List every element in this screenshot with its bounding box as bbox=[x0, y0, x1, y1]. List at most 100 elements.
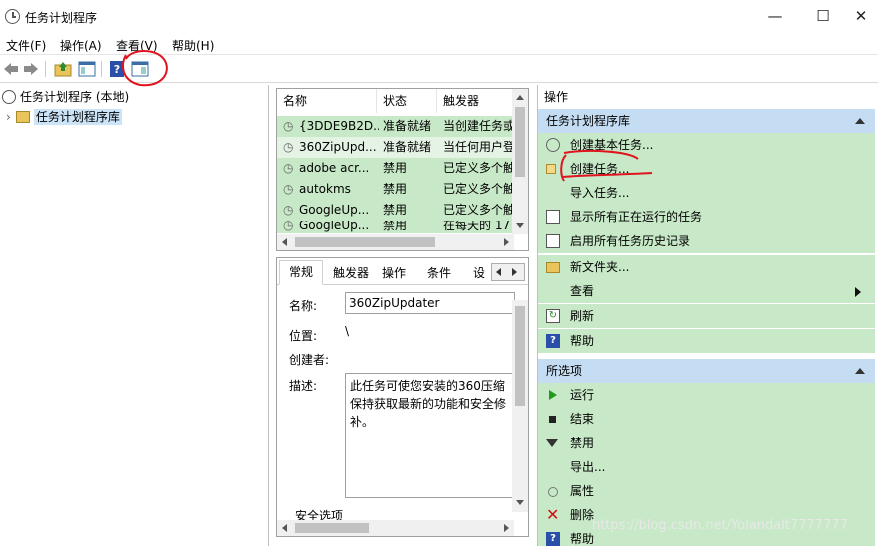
scroll-left-icon[interactable] bbox=[282, 238, 287, 246]
action-refresh[interactable]: ↻ 刷新 bbox=[538, 304, 875, 328]
clock-icon: ◷ bbox=[283, 119, 294, 133]
tree-item-library[interactable]: › 任务计划程序库 bbox=[6, 107, 122, 127]
action-export[interactable]: 导出... bbox=[538, 455, 875, 479]
toolbar: ? bbox=[0, 49, 878, 87]
actions-header: 操作 bbox=[544, 90, 569, 104]
list-horizontal-scrollbar[interactable] bbox=[277, 234, 514, 250]
table-row[interactable]: ◷ adobe acr... 禁用 已定义多个触 bbox=[277, 158, 514, 179]
clock-icon: ◷ bbox=[283, 182, 294, 196]
scroll-right-icon[interactable] bbox=[504, 238, 509, 246]
tab-scroll-left-icon[interactable] bbox=[496, 268, 501, 276]
collapse-up-icon[interactable] bbox=[855, 118, 865, 124]
action-run[interactable]: 运行 bbox=[538, 383, 875, 407]
help-icon: ? bbox=[546, 334, 560, 348]
down-arrow-icon bbox=[546, 439, 558, 447]
action-show-running-tasks[interactable]: 显示所有正在运行的任务 bbox=[538, 205, 875, 229]
detail-vertical-scrollbar[interactable] bbox=[512, 300, 528, 512]
delete-x-icon: ✕ bbox=[546, 505, 560, 524]
title-bar: 任务计划程序 — ☐ ✕ bbox=[0, 0, 878, 33]
action-properties[interactable]: 属性 bbox=[538, 479, 875, 503]
table-row[interactable]: ◷ autokms 禁用 已定义多个触 bbox=[277, 179, 514, 200]
clock-icon: ◷ bbox=[283, 140, 294, 154]
section-selected-item[interactable]: 所选项 bbox=[538, 359, 875, 383]
close-button[interactable]: ✕ bbox=[846, 6, 876, 26]
author-label: 创建者: bbox=[289, 353, 330, 367]
action-new-folder[interactable]: 新文件夹... bbox=[538, 255, 875, 279]
scroll-down-icon[interactable] bbox=[516, 500, 524, 505]
name-label: 名称: bbox=[289, 299, 318, 313]
detail-horizontal-scrollbar[interactable] bbox=[277, 520, 514, 536]
column-header-status[interactable]: 状态 bbox=[377, 89, 437, 113]
tree-item-library-label: 任务计划程序库 bbox=[33, 109, 122, 125]
navigation-tree: 任务计划程序 (本地) › 任务计划程序库 bbox=[0, 85, 269, 546]
refresh-icon: ↻ bbox=[546, 309, 560, 323]
section-task-library[interactable]: 任务计划程序库 bbox=[538, 109, 875, 133]
help-icon: ? bbox=[546, 532, 560, 546]
watermark: https://blog.csdn.net/Yolandalt7777777 bbox=[592, 518, 848, 533]
task-detail-pane: 常规 触发器 操作 条件 设 名称: 360ZipUpdater 位置: \ 创… bbox=[276, 257, 529, 537]
toolbar-separator bbox=[101, 61, 102, 77]
maximize-button[interactable]: ☐ bbox=[808, 6, 838, 26]
clock-icon: ◷ bbox=[283, 203, 294, 217]
scroll-thumb[interactable] bbox=[515, 306, 525, 406]
running-tasks-icon bbox=[546, 210, 560, 224]
minimize-button[interactable]: — bbox=[760, 6, 790, 26]
clock-icon bbox=[5, 9, 20, 24]
menu-help[interactable]: 帮助(H) bbox=[172, 37, 214, 54]
table-row-selected[interactable]: ◷ 360ZipUpd... 准备就绪 当任何用户登 bbox=[277, 137, 514, 158]
description-field[interactable]: 此任务可使您安装的360压缩保持获取最新的功能和安全修补。 bbox=[345, 373, 515, 498]
tab-actions[interactable]: 操作 bbox=[377, 262, 411, 284]
column-header-name[interactable]: 名称 bbox=[277, 89, 377, 113]
scroll-up-icon[interactable] bbox=[516, 95, 524, 100]
name-field[interactable]: 360ZipUpdater bbox=[345, 292, 515, 314]
history-icon bbox=[546, 234, 560, 248]
scroll-right-icon[interactable] bbox=[504, 524, 509, 532]
toolbar-separator bbox=[45, 61, 46, 77]
action-enable-history[interactable]: 启用所有任务历史记录 bbox=[538, 229, 875, 253]
table-row[interactable]: ◷ {3DDE9B2D... 准备就绪 当创建任务或 bbox=[277, 116, 514, 137]
scroll-down-icon[interactable] bbox=[516, 223, 524, 228]
show-hide-tree-icon[interactable] bbox=[78, 60, 96, 78]
red-annotation-circle bbox=[122, 49, 168, 87]
tab-conditions[interactable]: 条件 bbox=[419, 262, 459, 284]
table-row[interactable]: ◷ GoogleUp... 禁用 已定义多个触 bbox=[277, 200, 514, 221]
menu-action[interactable]: 操作(A) bbox=[60, 37, 102, 54]
forward-arrow-icon[interactable] bbox=[22, 60, 40, 78]
tab-settings[interactable]: 设 bbox=[471, 262, 487, 284]
scroll-thumb[interactable] bbox=[295, 523, 369, 533]
collapse-up-icon[interactable] bbox=[855, 368, 865, 374]
menu-file[interactable]: 文件(F) bbox=[6, 37, 46, 54]
column-header-trigger[interactable]: 触发器 bbox=[437, 89, 514, 113]
scroll-thumb[interactable] bbox=[295, 237, 435, 247]
action-end[interactable]: 结束 bbox=[538, 407, 875, 431]
tab-general[interactable]: 常规 bbox=[279, 260, 323, 285]
red-annotation-underline bbox=[560, 150, 653, 182]
up-folder-icon[interactable] bbox=[54, 60, 72, 78]
tree-root-label: 任务计划程序 (本地) bbox=[20, 90, 130, 104]
tab-triggers[interactable]: 触发器 bbox=[327, 262, 375, 284]
tab-scroll-right-icon[interactable] bbox=[512, 268, 517, 276]
properties-clock-icon bbox=[548, 487, 558, 497]
location-value: \ bbox=[345, 324, 350, 338]
window-title: 任务计划程序 bbox=[25, 11, 98, 25]
view-icon bbox=[546, 284, 560, 298]
play-icon bbox=[549, 390, 557, 400]
table-row[interactable]: ◷ GoogleUp... 禁用 在每天的 17 bbox=[277, 221, 514, 233]
scroll-thumb[interactable] bbox=[515, 107, 525, 177]
tree-root[interactable]: 任务计划程序 (本地) bbox=[2, 87, 129, 107]
submenu-arrow-icon bbox=[855, 287, 861, 297]
action-view[interactable]: 查看 bbox=[538, 279, 875, 303]
action-help-library[interactable]: ? 帮助 bbox=[538, 329, 875, 353]
action-disable[interactable]: 禁用 bbox=[538, 431, 875, 455]
section-task-library-label: 任务计划程序库 bbox=[546, 114, 631, 128]
back-arrow-icon[interactable] bbox=[2, 60, 20, 78]
stop-icon bbox=[549, 416, 556, 423]
list-vertical-scrollbar[interactable] bbox=[512, 89, 528, 234]
clock-icon: ◷ bbox=[283, 221, 294, 232]
tab-scroller[interactable] bbox=[491, 263, 525, 281]
chevron-right-icon[interactable]: › bbox=[6, 110, 11, 124]
scroll-left-icon[interactable] bbox=[282, 524, 287, 532]
export-icon bbox=[546, 460, 560, 474]
clock-icon bbox=[2, 90, 16, 104]
folder-icon bbox=[15, 111, 30, 123]
